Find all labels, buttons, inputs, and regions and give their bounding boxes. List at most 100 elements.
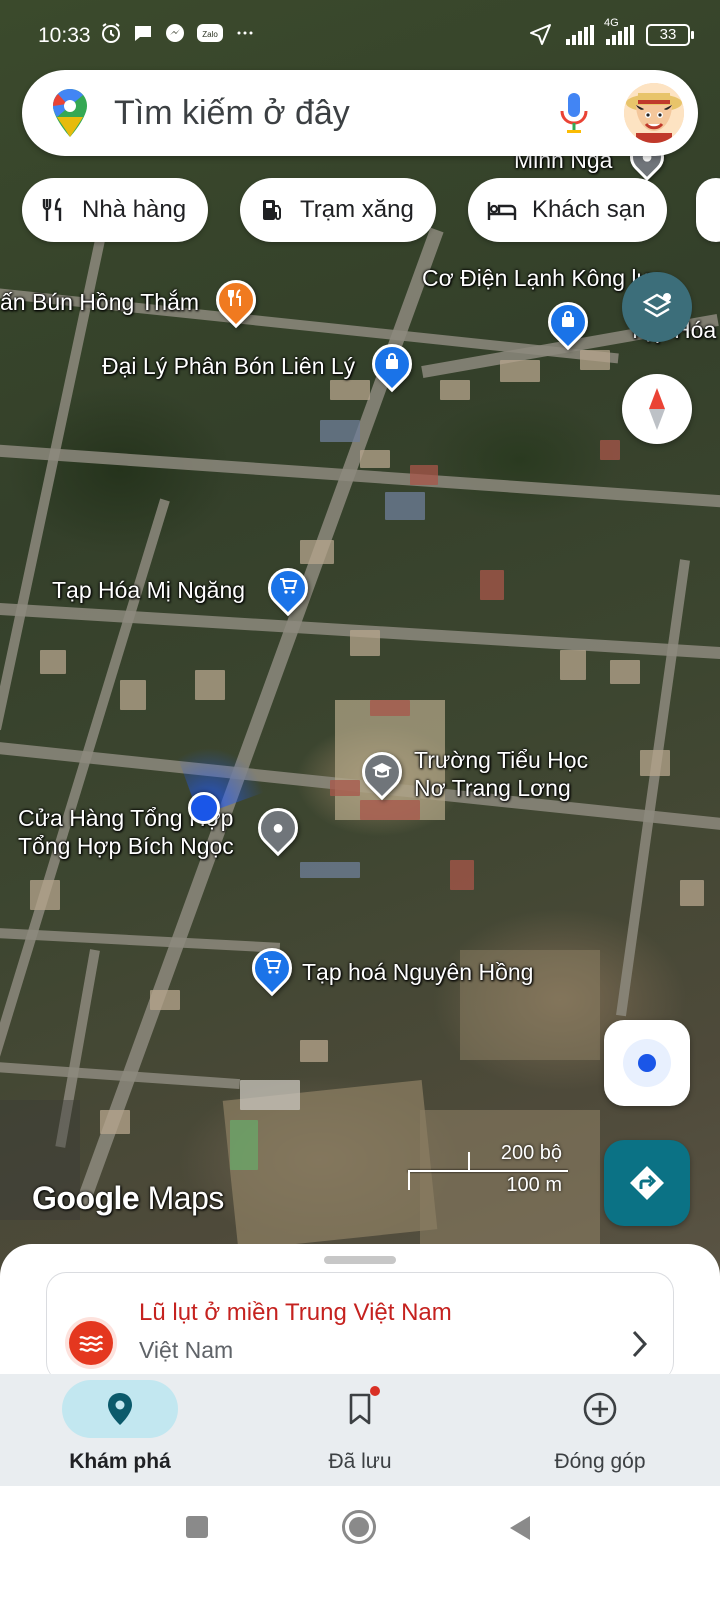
building [240, 1080, 300, 1110]
building [480, 570, 504, 600]
building [680, 880, 704, 906]
my-location-icon [623, 1039, 671, 1087]
signal-4g-icon: 4G [604, 17, 634, 45]
back-button[interactable] [508, 1514, 532, 1542]
avatar[interactable] [624, 83, 684, 143]
building [330, 380, 370, 400]
place-label[interactable]: Tạp Hóa Mị Ngăng [52, 576, 245, 604]
nav-saved[interactable]: Đã lưu [260, 1374, 460, 1486]
place-icon[interactable]: ● [249, 799, 307, 857]
building [120, 680, 146, 710]
road [616, 559, 690, 1017]
status-bar: 10:33 Zalo 4G 33 [0, 0, 720, 70]
status-time: 10:33 [38, 24, 91, 47]
bottom-navigation: Khám phá Đã lưu Đóng góp [0, 1374, 720, 1486]
building [500, 360, 540, 382]
chip-label: Nhà hàng [82, 196, 187, 223]
building [100, 1110, 130, 1134]
nav-label: Khám phá [69, 1450, 171, 1473]
chip-restaurants[interactable]: Nhà hàng [22, 178, 209, 242]
building [600, 440, 620, 460]
bookmark-icon [349, 1393, 371, 1425]
scale-metric: 100 m [506, 1174, 562, 1196]
microphone-icon[interactable] [554, 89, 594, 137]
building [370, 700, 410, 716]
map-scale: 200 bộ 100 m [408, 1138, 568, 1198]
chip-label: Khách sạn [532, 196, 646, 223]
location-pin-icon [108, 1393, 132, 1425]
chip-hotels[interactable]: Khách sạn [468, 178, 668, 242]
system-navigation-bar [0, 1486, 720, 1599]
flood-icon [69, 1321, 113, 1365]
place-label[interactable]: Tạp hoá Nguyên Hồng [302, 958, 533, 986]
layers-button[interactable] [622, 272, 692, 342]
building [385, 492, 425, 520]
building [410, 465, 438, 485]
chip-label: Trạm xăng [300, 196, 414, 223]
google-maps-logo: Google Maps [32, 1180, 224, 1216]
building [440, 380, 470, 400]
place-label[interactable]: Trường Tiểu Học Nơ Trang Lơng [414, 746, 604, 802]
zalo-icon: Zalo [196, 22, 224, 44]
building [640, 750, 670, 776]
chevron-right-icon [632, 1330, 648, 1358]
shopping-bag-icon[interactable] [363, 335, 421, 393]
recents-button[interactable] [186, 1516, 208, 1538]
battery-icon: 33 [646, 24, 694, 46]
restaurant-icon [42, 197, 62, 221]
building [330, 780, 360, 796]
nav-contribute[interactable]: Đóng góp [500, 1374, 700, 1486]
building [30, 880, 60, 910]
add-circle-icon [583, 1392, 617, 1426]
bottom-sheet[interactable]: Lũ lụt ở miền Trung Việt Nam Việt Nam [0, 1244, 720, 1382]
messenger-icon [164, 22, 186, 44]
building [150, 990, 180, 1010]
layers-icon [642, 293, 672, 318]
search-input[interactable]: Tìm kiếm ở đây [114, 94, 554, 133]
building [610, 660, 640, 684]
building [350, 630, 380, 656]
scale-imperial: 200 bộ [500, 1142, 562, 1164]
compass-icon [649, 388, 665, 430]
location-arrow-icon [530, 24, 551, 45]
place-label[interactable]: ấn Bún Hồng Thắm [0, 288, 199, 316]
chip-gas-stations[interactable]: Trạm xăng [240, 178, 436, 242]
notification-dot [370, 1386, 380, 1396]
search-bar[interactable]: Tìm kiếm ở đây [22, 70, 698, 156]
place-label[interactable]: Đại Lý Phân Bón Liên Lý [102, 352, 355, 380]
building [300, 540, 334, 564]
building [40, 650, 66, 674]
building [580, 350, 610, 370]
alarm-icon [100, 22, 122, 44]
nav-label: Đã lưu [328, 1450, 392, 1473]
chat-bubble-icon [132, 22, 154, 44]
alert-card[interactable]: Lũ lụt ở miền Trung Việt Nam Việt Nam [46, 1272, 674, 1382]
current-location-dot [188, 792, 220, 824]
building [560, 650, 586, 680]
my-location-button[interactable] [604, 1020, 690, 1106]
alert-title: Lũ lụt ở miền Trung Việt Nam [139, 1299, 452, 1326]
building [360, 450, 390, 468]
more-dots-icon [234, 22, 256, 44]
directions-button[interactable] [604, 1140, 690, 1226]
alert-subtitle: Việt Nam [139, 1337, 234, 1363]
network-type: 4G [604, 17, 619, 29]
nav-label: Đóng góp [554, 1450, 646, 1473]
building [300, 862, 360, 878]
google-maps-pin-icon [53, 89, 87, 137]
chip-more[interactable] [696, 178, 720, 242]
building [450, 860, 474, 890]
building [230, 1120, 258, 1170]
home-button[interactable] [342, 1510, 376, 1544]
gas-station-icon [263, 200, 281, 220]
sheet-handle[interactable] [324, 1256, 396, 1264]
svg-text:Zalo: Zalo [202, 30, 218, 39]
building [360, 800, 420, 820]
compass-button[interactable] [622, 374, 692, 444]
place-label[interactable]: Cửa Hàng Tổng Hợp Tổng Hợp Bích Ngọc [18, 804, 258, 860]
signal-icon [566, 25, 594, 45]
road [0, 927, 281, 953]
building [320, 420, 360, 442]
building [195, 670, 225, 700]
nav-explore[interactable]: Khám phá [20, 1374, 220, 1486]
